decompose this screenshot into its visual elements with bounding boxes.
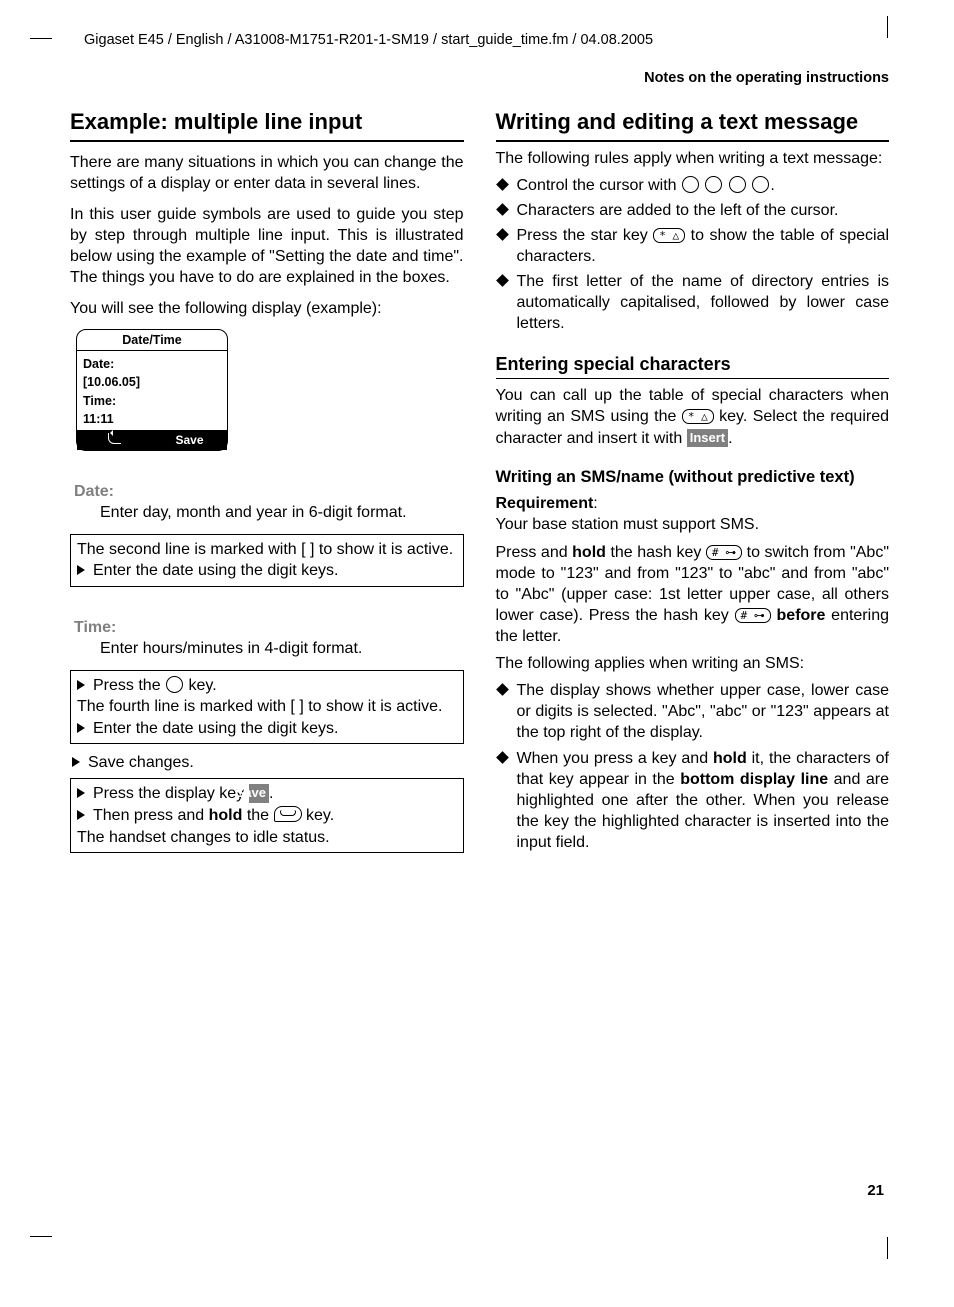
end-call-key-icon: [274, 806, 302, 822]
phone-display: Date/Time Date: [10.06.05] Time: 11:11 S…: [76, 329, 228, 451]
triangle-icon: [77, 680, 85, 690]
field-description: Enter hours/minutes in 4-digit format.: [100, 639, 464, 660]
triangle-icon: [77, 788, 85, 798]
instruction-step: Then press and hold the key.: [93, 805, 457, 827]
display-body: Date: [10.06.05] Time: 11:11: [77, 351, 227, 430]
instruction-step: Save changes.: [72, 754, 464, 772]
nav-key-icon: [705, 176, 722, 193]
paragraph: There are many situations in which you c…: [70, 152, 464, 194]
paragraph: You will see the following display (exam…: [70, 298, 464, 319]
document-page: Gigaset E45 / English / A31008-M1751-R20…: [0, 0, 954, 1307]
crop-mark: [30, 1236, 52, 1237]
display-line: [10.06.05]: [83, 373, 221, 391]
paragraph: Requirement:Your base station must suppo…: [496, 493, 890, 535]
crop-mark: [887, 1237, 888, 1259]
insert-softkey-label: Insert: [687, 429, 728, 447]
subsubsection-heading: Writing an SMS/name (without predictive …: [496, 467, 890, 488]
back-softkey: [77, 431, 152, 450]
display-line: 11:11: [83, 410, 221, 428]
paragraph: You can call up the table of special cha…: [496, 385, 890, 448]
paragraph: The following rules apply when writing a…: [496, 148, 890, 169]
instruction-text: The handset changes to idle status.: [77, 827, 457, 849]
instruction-box: Press the display key Save. Then press a…: [70, 778, 464, 853]
paragraph: Press and hold the hash key # ⊶ to switc…: [496, 542, 890, 648]
list-item: The first letter of the name of director…: [496, 271, 890, 334]
paragraph: The following applies when writing an SM…: [496, 653, 890, 674]
instruction-step: Press the display key Save.: [93, 783, 457, 805]
instruction-step: Press the key.: [93, 675, 457, 697]
list-item: Control the cursor with .: [496, 175, 890, 196]
bullet-list: The display shows whether upper case, lo…: [496, 680, 890, 853]
section-heading: Writing and editing a text message: [496, 108, 890, 142]
diamond-icon: [496, 751, 509, 764]
instruction-text: The fourth line is marked with [ ] to sh…: [77, 696, 457, 718]
instruction-text: The second line is marked with [ ] to sh…: [77, 539, 457, 561]
right-column: Writing and editing a text message The f…: [496, 104, 890, 859]
nav-key-icon: [752, 176, 769, 193]
nav-key-icon: [682, 176, 699, 193]
nav-key-icon: [729, 176, 746, 193]
diamond-icon: [496, 178, 509, 191]
back-icon: [108, 433, 121, 444]
save-softkey-label: Save: [249, 784, 269, 803]
diamond-icon: [496, 683, 509, 696]
section-heading: Example: multiple line input: [70, 108, 464, 142]
triangle-icon: [72, 757, 80, 767]
field-label: Time:: [74, 619, 464, 637]
list-item: Press the star key * △ to show the table…: [496, 225, 890, 267]
requirement-label: Requirement: [496, 495, 594, 512]
crop-mark: [887, 16, 888, 38]
star-key-icon: * △: [682, 409, 714, 424]
diamond-icon: [496, 228, 509, 241]
left-column: Example: multiple line input There are m…: [70, 104, 464, 859]
instruction-step: Enter the date using the digit keys.: [93, 718, 457, 740]
page-number: 21: [867, 1182, 884, 1199]
list-item: Characters are added to the left of the …: [496, 200, 890, 221]
diamond-icon: [496, 274, 509, 287]
list-item: The display shows whether upper case, lo…: [496, 680, 890, 743]
hash-key-icon: # ⊶: [706, 545, 742, 560]
field-description: Enter day, month and year in 6-digit for…: [100, 503, 464, 524]
star-key-icon: * △: [653, 228, 685, 243]
running-header: Notes on the operating instructions: [70, 70, 889, 86]
list-item: When you press a key and hold it, the ch…: [496, 748, 890, 854]
crop-mark: [30, 38, 52, 39]
instruction-step: Enter the date using the digit keys.: [93, 560, 457, 582]
diamond-icon: [496, 203, 509, 216]
display-line: Date:: [83, 355, 221, 373]
triangle-icon: [77, 810, 85, 820]
instruction-box: The second line is marked with [ ] to sh…: [70, 534, 464, 587]
nav-key-icon: [166, 676, 183, 693]
content-columns: Example: multiple line input There are m…: [70, 104, 889, 859]
subsection-heading: Entering special characters: [496, 354, 890, 379]
save-softkey: Save: [152, 431, 227, 450]
display-line: Time:: [83, 392, 221, 410]
hash-key-icon: # ⊶: [735, 608, 771, 623]
bullet-list: Control the cursor with . Characters are…: [496, 175, 890, 335]
display-title: Date/Time: [77, 330, 227, 351]
paragraph: In this user guide symbols are used to g…: [70, 204, 464, 288]
instruction-box: Press the key. The fourth line is marked…: [70, 670, 464, 745]
triangle-icon: [77, 565, 85, 575]
header-path: Gigaset E45 / English / A31008-M1751-R20…: [84, 32, 889, 48]
field-label: Date:: [74, 483, 464, 501]
display-softkeys: Save: [77, 430, 227, 450]
triangle-icon: [77, 723, 85, 733]
